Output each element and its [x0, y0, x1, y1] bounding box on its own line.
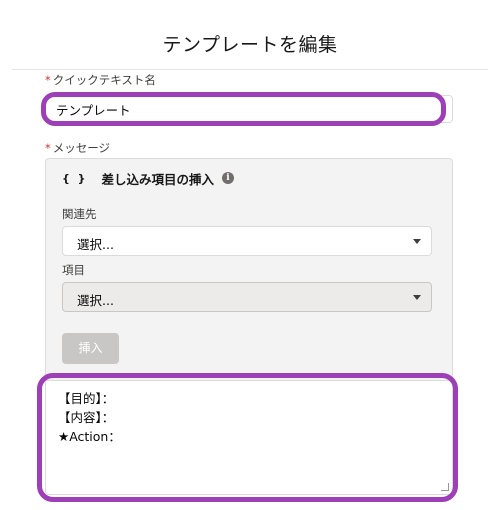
message-label: * メッセージ	[45, 140, 110, 156]
required-marker: *	[45, 73, 51, 87]
message-line: 【内容】：	[58, 410, 115, 425]
message-label-text: メッセージ	[52, 141, 111, 155]
info-icon[interactable]: i	[222, 172, 235, 184]
merge-field-icon: { }	[62, 171, 88, 185]
field-select-value: 選択...	[77, 293, 114, 308]
related-to-label: 関連先	[62, 207, 97, 221]
insert-button[interactable]: 挿入	[62, 333, 119, 364]
message-textarea[interactable]: 【目的】： 【内容】： ★Action：	[45, 380, 453, 495]
quick-text-name-input[interactable]	[45, 95, 453, 123]
quick-text-name-label: * クイックテキスト名	[45, 72, 156, 88]
field-label: 項目	[62, 263, 85, 277]
modal-title: テンプレートを編集	[162, 34, 338, 56]
merge-field-header: { } 差し込み項目の挿入 i	[62, 168, 235, 188]
message-line: 【目的】：	[58, 391, 115, 406]
chevron-down-icon	[413, 239, 421, 244]
chevron-down-icon	[413, 295, 421, 300]
header-divider	[12, 69, 488, 70]
edit-template-modal: テンプレートを編集 *クイックテキスト名 *メッセージ { } 差し込み項目の挿…	[0, 0, 500, 510]
related-to-select-value: 選択...	[77, 237, 114, 252]
required-marker: *	[45, 141, 51, 155]
merge-field-title: 差し込み項目の挿入	[101, 171, 215, 187]
field-select[interactable]: 選択...	[62, 282, 432, 312]
message-line: ★Action：	[58, 429, 121, 444]
related-to-select[interactable]: 選択...	[62, 226, 432, 256]
quick-text-name-label-text: クイックテキスト名	[52, 73, 156, 87]
resize-handle[interactable]	[441, 483, 449, 491]
